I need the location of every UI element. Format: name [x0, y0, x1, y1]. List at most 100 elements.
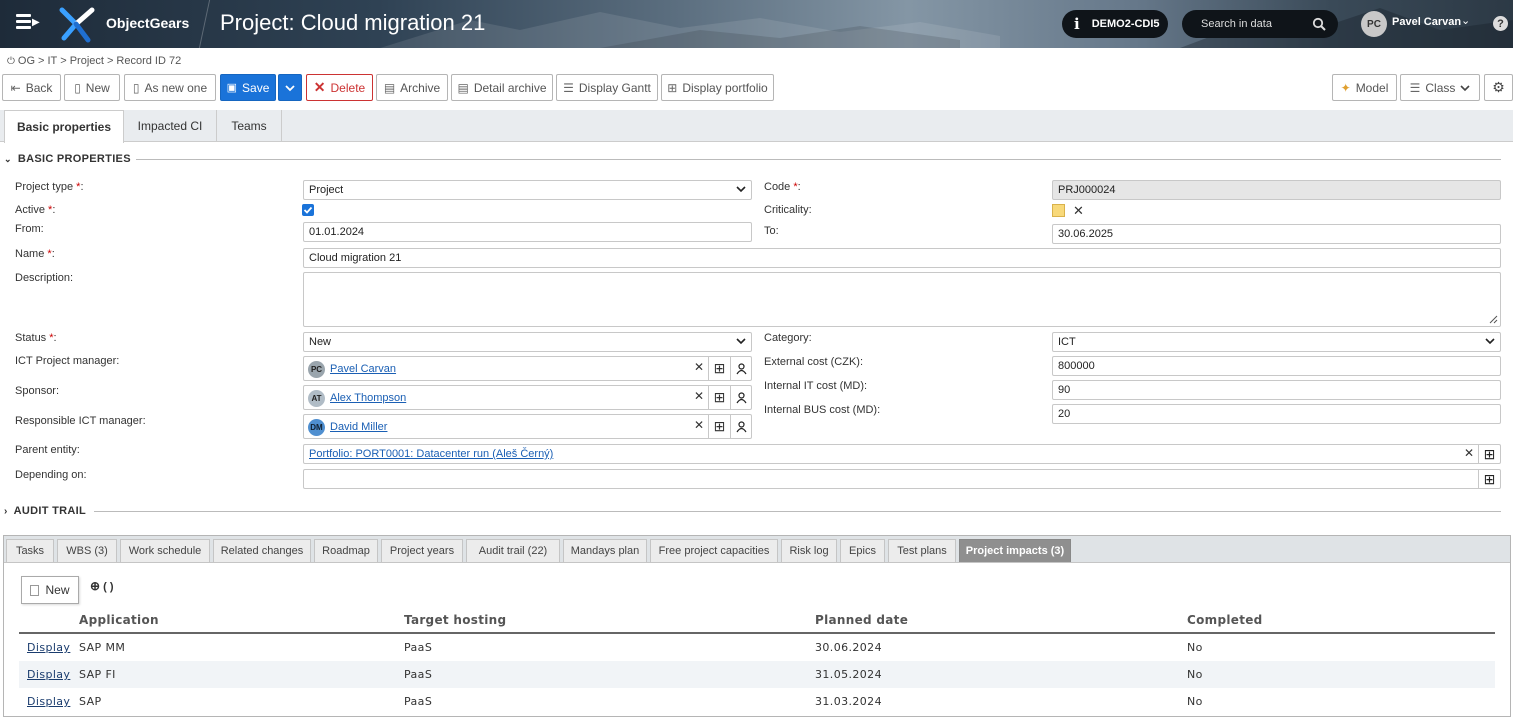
- from-date-input[interactable]: 01.01.2024: [303, 222, 752, 242]
- model-button[interactable]: ✦ Model: [1332, 74, 1397, 101]
- new-button[interactable]: ▯ New: [64, 74, 120, 101]
- checkmark-icon: [303, 206, 313, 214]
- search-icon[interactable]: [1312, 17, 1326, 31]
- tab-mandays-plan[interactable]: Mandays plan: [563, 539, 647, 562]
- external-cost-input[interactable]: 800000: [1052, 356, 1501, 376]
- breadcrumb-project[interactable]: Project: [70, 55, 104, 67]
- tab-work-schedule[interactable]: Work schedule: [120, 539, 210, 562]
- active-checkbox[interactable]: [302, 204, 314, 216]
- save-label: Save: [242, 80, 270, 95]
- chevron-down-icon: [285, 84, 295, 91]
- tab-test-plans[interactable]: Test plans: [888, 539, 956, 562]
- clear-icon[interactable]: ✕: [1464, 446, 1474, 460]
- column-header-planned-date[interactable]: Planned date: [815, 613, 908, 627]
- as-new-one-button[interactable]: ▯ As new one: [124, 74, 216, 101]
- basic-properties-section-toggle[interactable]: ⌄ BASIC PROPERTIES: [4, 153, 131, 165]
- back-button[interactable]: ⇤ Back: [2, 74, 61, 101]
- tab-teams[interactable]: Teams: [217, 110, 282, 142]
- add-entry-icon[interactable]: ⊞: [708, 357, 730, 380]
- tab-free-project-capacities[interactable]: Free project capacities: [650, 539, 778, 562]
- person-icon[interactable]: [730, 386, 752, 409]
- tab-risk-log[interactable]: Risk log: [781, 539, 837, 562]
- tab-wbs[interactable]: WBS (3): [57, 539, 117, 562]
- breadcrumb-separator: >: [38, 55, 45, 67]
- responsible-ict-manager-picker[interactable]: DM David Miller ✕ ⊞: [303, 414, 752, 439]
- add-entry-icon[interactable]: ⊞: [708, 386, 730, 409]
- category-select[interactable]: ICT: [1052, 332, 1501, 352]
- archive-button[interactable]: ▤ Archive: [376, 74, 448, 101]
- tab-roadmap[interactable]: Roadmap: [314, 539, 378, 562]
- chevron-down-icon: [736, 338, 746, 345]
- person-icon[interactable]: [730, 415, 752, 438]
- criticality-color-swatch[interactable]: [1052, 204, 1065, 217]
- save-options-dropdown[interactable]: [278, 74, 302, 101]
- delete-button[interactable]: ✕ Delete: [306, 74, 373, 101]
- add-entry-icon[interactable]: ⊞: [708, 415, 730, 438]
- display-link[interactable]: Display: [27, 641, 70, 654]
- tab-project-years[interactable]: Project years: [381, 539, 463, 562]
- tab-related-changes[interactable]: Related changes: [213, 539, 311, 562]
- internal-bus-cost-input[interactable]: 20: [1052, 404, 1501, 424]
- class-dropdown[interactable]: ☰ Class: [1400, 74, 1480, 101]
- user-name[interactable]: Pavel Carvan: [1392, 16, 1461, 28]
- project-type-select[interactable]: Project: [303, 180, 752, 200]
- settings-button[interactable]: ⚙: [1484, 74, 1513, 101]
- status-select[interactable]: New: [303, 332, 752, 352]
- responsible-ict-manager-link[interactable]: David Miller: [330, 421, 387, 433]
- internal-it-cost-label: Internal IT cost (MD):: [764, 380, 868, 392]
- clear-criticality-icon[interactable]: ✕: [1073, 203, 1084, 219]
- description-textarea[interactable]: [303, 272, 1501, 327]
- chevron-down-icon[interactable]: ⌄: [1461, 14, 1470, 27]
- to-date-input[interactable]: 30.06.2025: [1052, 224, 1501, 244]
- display-portfolio-button[interactable]: ⊞ Display portfolio: [661, 74, 774, 101]
- breadcrumb-it[interactable]: IT: [47, 55, 57, 67]
- tab-epics[interactable]: Epics: [840, 539, 885, 562]
- depending-on-picker[interactable]: ⊞: [303, 469, 1501, 489]
- tab-audit-trail[interactable]: Audit trail (22): [466, 539, 560, 562]
- add-entry-icon[interactable]: ⊞: [1478, 445, 1500, 463]
- help-icon[interactable]: ?: [1493, 16, 1508, 31]
- sponsor-link[interactable]: Alex Thompson: [330, 392, 406, 404]
- clear-icon[interactable]: ✕: [694, 389, 704, 403]
- column-header-application[interactable]: Application: [79, 613, 159, 627]
- parent-entity-link[interactable]: Portfolio: PORT0001: Datacenter run (Ale…: [309, 448, 553, 460]
- environment-badge[interactable]: i DEMO2-CDI5: [1062, 10, 1168, 38]
- add-entry-icon[interactable]: ⊞: [1478, 470, 1500, 488]
- clear-icon[interactable]: ✕: [694, 360, 704, 374]
- new-impact-button[interactable]: New: [21, 576, 79, 604]
- display-gantt-button[interactable]: ☰ Display Gantt: [556, 74, 658, 101]
- app-name[interactable]: ObjectGears: [106, 15, 189, 31]
- detail-archive-button[interactable]: ▤ Detail archive: [451, 74, 553, 101]
- user-avatar[interactable]: PC: [1361, 11, 1387, 37]
- tab-project-impacts[interactable]: Project impacts (3): [959, 539, 1071, 562]
- name-input[interactable]: Cloud migration 21: [303, 248, 1501, 268]
- from-value: 01.01.2024: [309, 226, 365, 238]
- tab-tasks[interactable]: Tasks: [6, 539, 54, 562]
- display-link[interactable]: Display: [27, 668, 70, 681]
- main-menu-toggle[interactable]: ▶: [16, 14, 40, 34]
- clear-icon[interactable]: ✕: [694, 418, 704, 432]
- save-button[interactable]: ▣ Save: [220, 74, 276, 101]
- cell-completed: No: [1187, 668, 1203, 681]
- column-header-completed[interactable]: Completed: [1187, 613, 1263, 627]
- breadcrumb-og[interactable]: OG: [18, 55, 35, 67]
- cell-planned-date: 31.05.2024: [815, 668, 882, 681]
- tab-impacted-ci[interactable]: Impacted CI: [124, 110, 217, 142]
- internal-bus-cost-label: Internal BUS cost (MD):: [764, 404, 881, 416]
- column-header-target-hosting[interactable]: Target hosting: [404, 613, 506, 627]
- display-link[interactable]: Display: [27, 695, 70, 708]
- resize-handle-icon[interactable]: [1489, 315, 1498, 324]
- basic-properties-heading: BASIC PROPERTIES: [17, 153, 131, 165]
- ict-project-manager-link[interactable]: Pavel Carvan: [330, 363, 396, 375]
- global-search-input[interactable]: Search in data: [1182, 10, 1338, 38]
- internal-it-cost-input[interactable]: 90: [1052, 380, 1501, 400]
- sponsor-picker[interactable]: AT Alex Thompson ✕ ⊞: [303, 385, 752, 410]
- document-icon: ▯: [132, 80, 140, 95]
- parent-entity-picker[interactable]: Portfolio: PORT0001: Datacenter run (Ale…: [303, 444, 1501, 464]
- ict-project-manager-picker[interactable]: PC Pavel Carvan ✕ ⊞: [303, 356, 752, 381]
- filter-add-control[interactable]: ⊕ ( ): [90, 579, 114, 593]
- audit-trail-section-toggle[interactable]: › AUDIT TRAIL: [4, 505, 86, 517]
- tab-basic-properties[interactable]: Basic properties: [4, 110, 124, 143]
- project-type-label: Project type *:: [15, 181, 84, 193]
- person-icon[interactable]: [730, 357, 752, 380]
